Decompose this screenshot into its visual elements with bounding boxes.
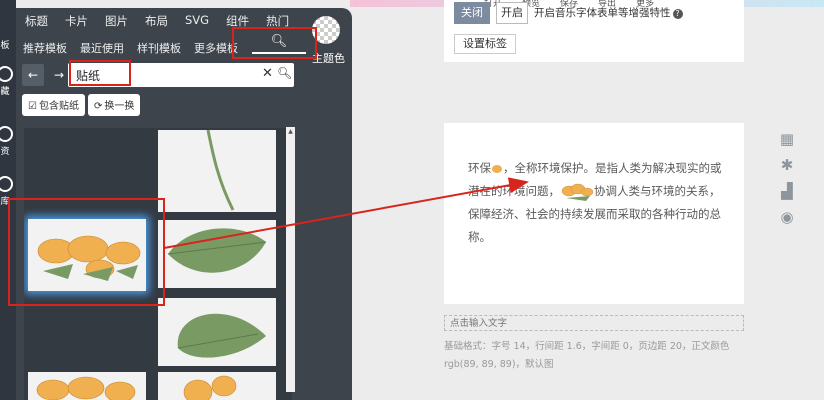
tab-recommended-templates[interactable]: 推荐模板 xyxy=(16,38,73,62)
open-description-text: 开启音乐字体表单等增强特性 xyxy=(534,7,671,19)
asterisk-icon[interactable]: ✱ xyxy=(778,156,796,174)
search-icon: 🔍︎ xyxy=(270,34,288,49)
left-strip-label: 板 xyxy=(0,41,10,51)
settings-tag-button[interactable]: 设置标签 xyxy=(454,34,516,54)
tab-layout[interactable]: 布局 xyxy=(136,8,176,34)
forward-button[interactable]: → xyxy=(48,64,70,86)
tab-card[interactable]: 卡片 xyxy=(56,8,96,34)
left-strip-label: 库 xyxy=(0,197,10,207)
back-button[interactable]: ← xyxy=(22,64,44,86)
sticker-stem[interactable] xyxy=(158,130,276,212)
tab-sample-templates[interactable]: 样刊模板 xyxy=(130,38,187,62)
left-strip-item-resources[interactable]: 资 xyxy=(0,126,14,157)
tab-image[interactable]: 图片 xyxy=(96,8,136,34)
refresh-button[interactable]: ⟳ 换一换 xyxy=(88,94,141,116)
arrow-left-icon: ← xyxy=(27,68,39,82)
include-sticker-button[interactable]: ☑ 包含贴纸 xyxy=(22,94,85,116)
left-strip-label: 资 xyxy=(0,147,10,157)
side-toolbar: ▦ ✱ ▟ ◉ xyxy=(778,130,798,234)
tab-search[interactable]: 🔍︎ xyxy=(244,30,314,54)
refresh-label: 换一换 xyxy=(104,101,135,112)
theme-color-swatch[interactable] xyxy=(312,16,340,44)
sticker-chrysanthemum-3[interactable] xyxy=(158,372,276,400)
left-strip: 板 藏 资 库 xyxy=(0,0,16,400)
settings-card: 打开 预览 保存 导出 更多 关闭 开启 开启音乐字体表单等增强特性? 设置标签 xyxy=(444,0,744,62)
scroll-up-icon[interactable]: ▲ xyxy=(286,127,295,136)
tab-title[interactable]: 标题 xyxy=(16,8,56,34)
sticker-leaf-2[interactable] xyxy=(158,298,276,366)
circle-icon xyxy=(0,126,13,142)
editor-canvas[interactable]: 环保 ，全称环境保护。是指人类为解决现实的或潜在的环境问题， 协调人类与环境的关系，… xyxy=(444,123,744,304)
include-sticker-label: 包含贴纸 xyxy=(38,101,79,112)
editor-text-part-1: 环保 xyxy=(468,161,491,175)
eye-icon[interactable]: ◉ xyxy=(778,208,796,226)
search-input[interactable] xyxy=(76,66,256,84)
mini-sticker[interactable] xyxy=(491,163,503,175)
inserted-sticker[interactable] xyxy=(560,181,594,203)
circle-icon xyxy=(0,176,13,192)
tab-more-templates[interactable]: 更多模板 xyxy=(187,38,244,62)
tab-svg[interactable]: SVG xyxy=(176,8,217,34)
left-strip-item-favorites[interactable]: 藏 xyxy=(0,66,14,97)
arrow-right-icon: → xyxy=(53,68,65,82)
scrollbar[interactable]: ▲ xyxy=(286,127,295,392)
text-input-bar[interactable] xyxy=(444,315,744,331)
editor-text[interactable]: 环保 ，全称环境保护。是指人类为解决现实的或潜在的环境问题， 协调人类与环境的关系，… xyxy=(468,157,726,249)
sticker-grid xyxy=(24,128,292,400)
search-icon[interactable]: 🔍︎ xyxy=(277,66,292,80)
left-strip-item-library[interactable]: 库 xyxy=(0,176,14,207)
sticker-chrysanthemum-selected[interactable] xyxy=(28,219,146,291)
help-icon[interactable]: ? xyxy=(672,9,683,19)
clear-icon[interactable]: ✕ xyxy=(262,66,273,81)
tab-recent[interactable]: 最近使用 xyxy=(73,38,130,62)
grid-icon[interactable]: ▦ xyxy=(778,130,796,148)
left-strip-item-templates[interactable]: 板 xyxy=(0,0,14,51)
base-format-info: 基础格式：字号 14，行间距 1.6，字间距 0，页边距 20，正文颜色 rgb… xyxy=(444,341,730,370)
checkbox-icon: ☑ xyxy=(28,101,37,112)
search-box: ✕ 🔍︎ xyxy=(68,63,294,87)
sticker-chrysanthemum-2[interactable] xyxy=(28,372,146,400)
close-button[interactable]: 关闭 xyxy=(454,2,490,24)
theme-color-label: 主题色 xyxy=(312,52,345,65)
material-panel: 标题 卡片 图片 布局 SVG 组件 热门 推荐模板 最近使用 样刊模板 更多模… xyxy=(16,8,352,400)
open-description: 开启音乐字体表单等增强特性? xyxy=(534,5,683,20)
open-button[interactable]: 开启 xyxy=(496,2,528,24)
text-input[interactable] xyxy=(445,316,743,331)
sticker-leaf-1[interactable] xyxy=(158,220,276,288)
left-strip-label: 藏 xyxy=(0,87,10,97)
bar-chart-icon[interactable]: ▟ xyxy=(778,182,796,200)
refresh-icon: ⟳ xyxy=(94,101,103,112)
circle-icon xyxy=(0,66,13,82)
